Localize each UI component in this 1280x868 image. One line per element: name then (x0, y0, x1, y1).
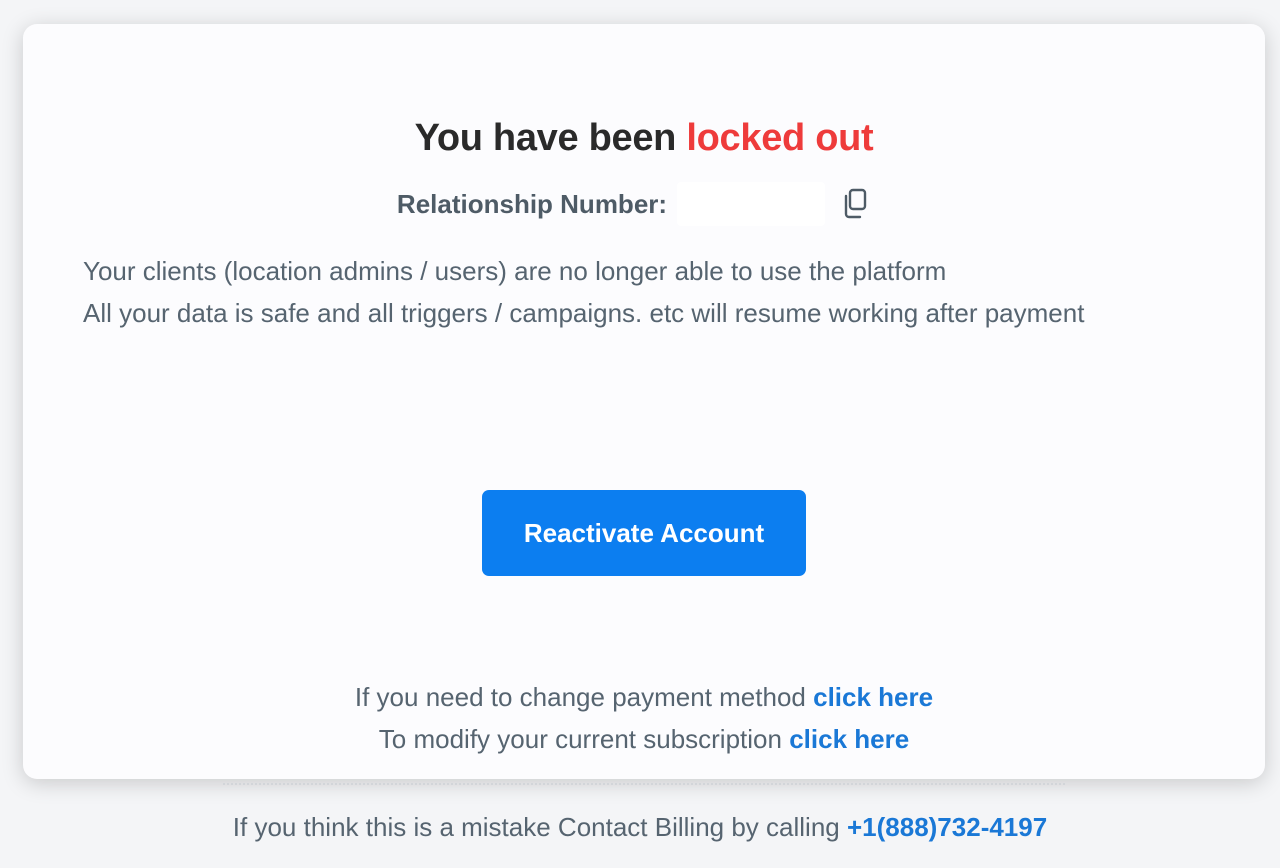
description-line-1: Your clients (location admins / users) a… (83, 256, 947, 286)
lockout-card: You have been locked out Relationship Nu… (23, 24, 1265, 779)
page-title: You have been locked out (23, 117, 1265, 160)
reactivate-account-button[interactable]: Reactivate Account (482, 490, 806, 576)
title-accent: locked out (686, 117, 874, 159)
modify-subscription-link[interactable]: click here (789, 724, 909, 754)
subscription-text: To modify your current subscription (378, 724, 782, 754)
relationship-value (677, 182, 826, 226)
description-line-2: All your data is safe and all triggers /… (83, 298, 1085, 328)
subscription-row: To modify your current subscription clic… (23, 718, 1265, 760)
payment-method-text: If you need to change payment method (354, 682, 806, 712)
payment-method-row: If you need to change payment method cli… (23, 676, 1265, 718)
title-prefix: You have been (414, 117, 677, 159)
footer: If you think this is a mistake Contact B… (0, 812, 1280, 843)
footer-text: If you think this is a mistake Contact B… (232, 812, 840, 842)
page: You have been locked out Relationship Nu… (0, 0, 1280, 868)
relationship-row: Relationship Number: (23, 182, 1265, 226)
account-links: If you need to change payment method cli… (23, 676, 1265, 760)
copy-icon-graphic (844, 188, 867, 219)
copy-icon[interactable] (841, 187, 871, 221)
change-payment-link[interactable]: click here (813, 682, 933, 712)
divider (223, 783, 1065, 785)
billing-phone-link[interactable]: +1(888)732-4197 (847, 812, 1047, 842)
lockout-description: Your clients (location admins / users) a… (83, 250, 1084, 334)
relationship-label: Relationship Number: (396, 188, 668, 219)
